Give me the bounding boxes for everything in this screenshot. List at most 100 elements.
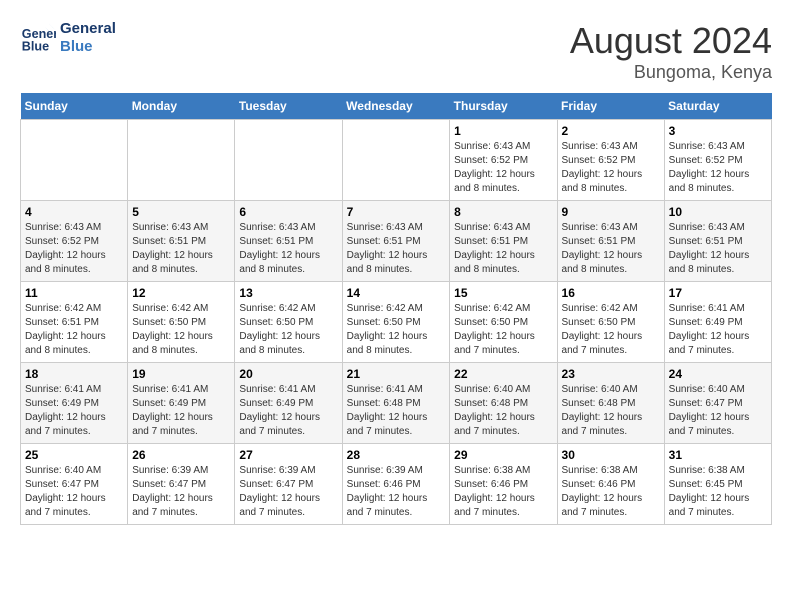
calendar-week-row: 11 Sunrise: 6:42 AM Sunset: 6:51 PM Dayli… (21, 282, 772, 363)
day-info: Sunrise: 6:38 AM Sunset: 6:46 PM Dayligh… (562, 464, 660, 520)
calendar-cell: 18 Sunrise: 6:41 AM Sunset: 6:49 PM Dayli… (21, 363, 128, 444)
calendar-cell: 5 Sunrise: 6:43 AM Sunset: 6:51 PM Daylig… (128, 201, 235, 282)
day-number: 28 (347, 448, 446, 462)
day-info: Sunrise: 6:42 AM Sunset: 6:51 PM Dayligh… (25, 302, 123, 358)
day-info: Sunrise: 6:43 AM Sunset: 6:51 PM Dayligh… (562, 221, 660, 277)
day-info: Sunrise: 6:41 AM Sunset: 6:48 PM Dayligh… (347, 383, 446, 439)
day-info: Sunrise: 6:41 AM Sunset: 6:49 PM Dayligh… (239, 383, 337, 439)
day-number: 20 (239, 367, 337, 381)
calendar-cell: 25Sunrise: 6:40 AM Sunset: 6:47 PM Dayli… (21, 444, 128, 525)
calendar-cell: 7Sunrise: 6:43 AM Sunset: 6:51 PM Daylig… (342, 201, 450, 282)
header-saturday: Saturday (664, 93, 771, 120)
day-number: 26 (132, 448, 230, 462)
calendar-cell: 1 Sunrise: 6:43 AM Sunset: 6:52 PM Daylig… (450, 120, 557, 201)
day-number: 18 (25, 367, 123, 381)
logo-icon: General Blue (20, 20, 56, 56)
calendar-cell: 28 Sunrise: 6:39 AM Sunset: 6:46 PM Dayli… (342, 444, 450, 525)
day-number: 31 (669, 448, 767, 462)
calendar-week-row: 25Sunrise: 6:40 AM Sunset: 6:47 PM Dayli… (21, 444, 772, 525)
calendar-cell: 17 Sunrise: 6:41 AM Sunset: 6:49 PM Dayli… (664, 282, 771, 363)
day-info: Sunrise: 6:40 AM Sunset: 6:47 PM Dayligh… (25, 464, 123, 520)
calendar-cell: 15 Sunrise: 6:42 AM Sunset: 6:50 PM Dayli… (450, 282, 557, 363)
day-info: Sunrise: 6:41 AM Sunset: 6:49 PM Dayligh… (132, 383, 230, 439)
calendar-cell: 19 Sunrise: 6:41 AM Sunset: 6:49 PM Dayli… (128, 363, 235, 444)
calendar-cell: 20 Sunrise: 6:41 AM Sunset: 6:49 PM Dayli… (235, 363, 342, 444)
calendar-cell: 12 Sunrise: 6:42 AM Sunset: 6:50 PM Dayli… (128, 282, 235, 363)
day-info: Sunrise: 6:43 AM Sunset: 6:52 PM Dayligh… (454, 140, 552, 196)
header-tuesday: Tuesday (235, 93, 342, 120)
day-number: 21 (347, 367, 446, 381)
calendar-cell: 3Sunrise: 6:43 AM Sunset: 6:52 PM Daylig… (664, 120, 771, 201)
day-number: 5 (132, 205, 230, 219)
day-number: 29 (454, 448, 552, 462)
day-info: Sunrise: 6:38 AM Sunset: 6:46 PM Dayligh… (454, 464, 552, 520)
day-number: 14 (347, 286, 446, 300)
calendar-cell (235, 120, 342, 201)
day-number: 17 (669, 286, 767, 300)
day-info: Sunrise: 6:42 AM Sunset: 6:50 PM Dayligh… (132, 302, 230, 358)
day-info: Sunrise: 6:40 AM Sunset: 6:48 PM Dayligh… (562, 383, 660, 439)
calendar-cell: 23 Sunrise: 6:40 AM Sunset: 6:48 PM Dayli… (557, 363, 664, 444)
day-info: Sunrise: 6:40 AM Sunset: 6:48 PM Dayligh… (454, 383, 552, 439)
day-info: Sunrise: 6:43 AM Sunset: 6:51 PM Dayligh… (132, 221, 230, 277)
day-info: Sunrise: 6:43 AM Sunset: 6:52 PM Dayligh… (562, 140, 660, 196)
calendar-cell: 4Sunrise: 6:43 AM Sunset: 6:52 PM Daylig… (21, 201, 128, 282)
day-number: 1 (454, 124, 552, 138)
day-number: 30 (562, 448, 660, 462)
day-info: Sunrise: 6:39 AM Sunset: 6:47 PM Dayligh… (132, 464, 230, 520)
day-number: 9 (562, 205, 660, 219)
calendar-week-row: 4Sunrise: 6:43 AM Sunset: 6:52 PM Daylig… (21, 201, 772, 282)
calendar-cell: 13 Sunrise: 6:42 AM Sunset: 6:50 PM Dayli… (235, 282, 342, 363)
calendar-header-row: SundayMondayTuesdayWednesdayThursdayFrid… (21, 93, 772, 120)
day-info: Sunrise: 6:43 AM Sunset: 6:52 PM Dayligh… (669, 140, 767, 196)
day-info: Sunrise: 6:42 AM Sunset: 6:50 PM Dayligh… (454, 302, 552, 358)
calendar-cell (21, 120, 128, 201)
svg-text:Blue: Blue (22, 40, 49, 54)
day-info: Sunrise: 6:41 AM Sunset: 6:49 PM Dayligh… (25, 383, 123, 439)
header-monday: Monday (128, 93, 235, 120)
day-number: 23 (562, 367, 660, 381)
day-number: 10 (669, 205, 767, 219)
day-info: Sunrise: 6:38 AM Sunset: 6:45 PM Dayligh… (669, 464, 767, 520)
page-header: General Blue General Blue August 2024 Bu… (20, 20, 772, 83)
day-number: 15 (454, 286, 552, 300)
page-title: August 2024 (570, 20, 772, 62)
calendar-week-row: 1 Sunrise: 6:43 AM Sunset: 6:52 PM Daylig… (21, 120, 772, 201)
calendar-cell: 24 Sunrise: 6:40 AM Sunset: 6:47 PM Dayli… (664, 363, 771, 444)
day-info: Sunrise: 6:41 AM Sunset: 6:49 PM Dayligh… (669, 302, 767, 358)
day-number: 2 (562, 124, 660, 138)
day-number: 16 (562, 286, 660, 300)
calendar-cell (342, 120, 450, 201)
day-number: 19 (132, 367, 230, 381)
day-info: Sunrise: 6:40 AM Sunset: 6:47 PM Dayligh… (669, 383, 767, 439)
header-friday: Friday (557, 93, 664, 120)
day-number: 8 (454, 205, 552, 219)
calendar-cell: 30 Sunrise: 6:38 AM Sunset: 6:46 PM Dayli… (557, 444, 664, 525)
calendar-cell: 27Sunrise: 6:39 AM Sunset: 6:47 PM Dayli… (235, 444, 342, 525)
day-info: Sunrise: 6:39 AM Sunset: 6:46 PM Dayligh… (347, 464, 446, 520)
day-number: 27 (239, 448, 337, 462)
day-info: Sunrise: 6:43 AM Sunset: 6:51 PM Dayligh… (347, 221, 446, 277)
logo-text-general: General (60, 20, 116, 38)
day-info: Sunrise: 6:42 AM Sunset: 6:50 PM Dayligh… (347, 302, 446, 358)
header-sunday: Sunday (21, 93, 128, 120)
calendar-cell: 11 Sunrise: 6:42 AM Sunset: 6:51 PM Dayli… (21, 282, 128, 363)
header-wednesday: Wednesday (342, 93, 450, 120)
day-number: 11 (25, 286, 123, 300)
day-number: 12 (132, 286, 230, 300)
calendar-cell: 6Sunrise: 6:43 AM Sunset: 6:51 PM Daylig… (235, 201, 342, 282)
day-info: Sunrise: 6:42 AM Sunset: 6:50 PM Dayligh… (562, 302, 660, 358)
calendar-cell: 8Sunrise: 6:43 AM Sunset: 6:51 PM Daylig… (450, 201, 557, 282)
day-number: 13 (239, 286, 337, 300)
calendar-cell: 2 Sunrise: 6:43 AM Sunset: 6:52 PM Daylig… (557, 120, 664, 201)
calendar-week-row: 18 Sunrise: 6:41 AM Sunset: 6:49 PM Dayli… (21, 363, 772, 444)
day-info: Sunrise: 6:42 AM Sunset: 6:50 PM Dayligh… (239, 302, 337, 358)
day-number: 4 (25, 205, 123, 219)
day-number: 24 (669, 367, 767, 381)
calendar-cell: 21 Sunrise: 6:41 AM Sunset: 6:48 PM Dayli… (342, 363, 450, 444)
day-info: Sunrise: 6:43 AM Sunset: 6:51 PM Dayligh… (669, 221, 767, 277)
logo: General Blue General Blue (20, 20, 116, 56)
day-info: Sunrise: 6:43 AM Sunset: 6:51 PM Dayligh… (239, 221, 337, 277)
calendar-cell: 22Sunrise: 6:40 AM Sunset: 6:48 PM Dayli… (450, 363, 557, 444)
calendar-cell: 16 Sunrise: 6:42 AM Sunset: 6:50 PM Dayli… (557, 282, 664, 363)
